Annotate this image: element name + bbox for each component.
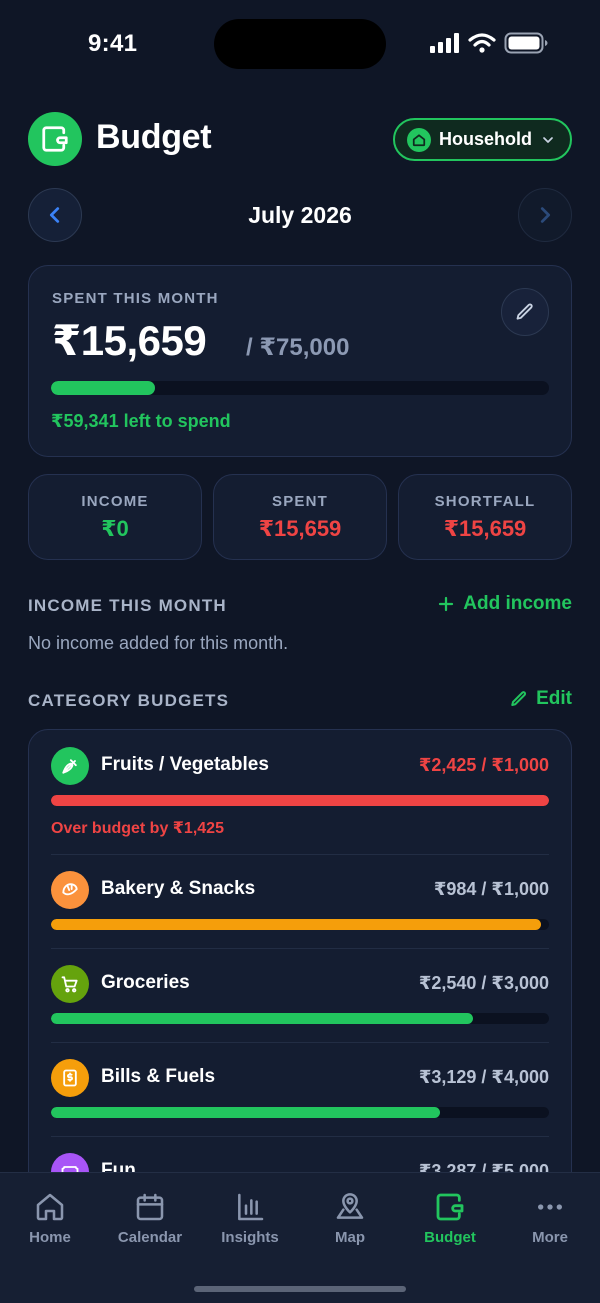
tab-more[interactable]: More [500,1191,600,1246]
category-name: Bakery & Snacks [101,878,256,899]
spent-stat: SPENT ₹15,659 [213,474,387,560]
cart-icon [61,976,78,993]
divider [51,854,549,855]
income-section-title: INCOME THIS MONTH [28,596,227,615]
category-name: Fruits / Vegetables [101,754,269,775]
edit-label: Edit [536,688,572,709]
category-amount: ₹2,540 / ₹3,000 [418,973,549,993]
stat-value: ₹15,659 [258,516,342,541]
dynamic-island [214,19,386,69]
tab-label: Home [29,1229,71,1246]
tab-calendar[interactable]: Calendar [100,1191,200,1246]
bar-chart-icon [238,1193,264,1221]
wallet-icon [436,1193,464,1221]
wifi-icon [468,33,496,53]
pencil-icon [511,691,527,706]
stat-value: ₹0 [101,516,129,541]
household-selector[interactable]: Household [393,118,572,161]
budget-progress-fill [51,381,156,395]
spent-caption: SPENT THIS MONTH [52,290,219,307]
category-progress-fill [51,919,542,930]
divider [51,1136,549,1137]
category-name: Groceries [101,972,190,993]
category-progress-fill [51,1013,473,1024]
category-progress-bar [51,795,549,806]
tab-home[interactable]: Home [0,1191,100,1246]
tab-label: Map [335,1229,365,1246]
battery-icon [504,32,548,54]
category-name: Bills & Fuels [101,1066,216,1087]
add-income-button[interactable]: Add income [437,593,572,615]
over-budget-warning: Over budget by ₹1,425 [51,820,224,837]
category-progress-bar [51,1107,549,1118]
spent-amount: ₹15,659 [52,317,207,364]
tab-insights[interactable]: Insights [200,1191,300,1246]
budget-total: / ₹75,000 [246,334,350,361]
tab-label: More [532,1229,568,1246]
left-to-spend: ₹59,341 left to spend [51,411,231,431]
edit-categories-button[interactable]: Edit [510,688,572,710]
month-label: July 2026 [248,202,352,228]
category-icon-bg [51,965,89,1003]
category-amount: ₹3,129 / ₹4,000 [418,1067,549,1087]
calendar-icon [136,1193,164,1221]
stat-label: SPENT [271,493,328,510]
category-icon-bg [51,1059,89,1097]
page-title: Budget [96,118,212,156]
chevron-right-icon [540,207,551,223]
income-stat: INCOME ₹0 [28,474,202,560]
category-progress-fill [51,1107,441,1118]
home-icon [36,1193,64,1221]
tab-label: Budget [424,1229,476,1246]
tab-budget[interactable]: Budget [400,1191,500,1246]
category-budgets-card: Fruits / Vegetables ₹2,425 / ₹1,000 Over… [28,729,572,1249]
map-pin-icon [336,1193,364,1219]
shortfall-stat: SHORTFALL ₹15,659 [398,474,572,560]
category-icon-bg [51,747,89,785]
tab-bar: Home Calendar Insights Map Budget More [0,1172,600,1303]
add-income-label: Add income [463,593,572,614]
category-amount: ₹984 / ₹1,000 [433,879,549,899]
budget-progress-bar [51,381,549,395]
status-icons [430,32,548,54]
chevron-down-icon [543,136,553,143]
divider [51,1042,549,1043]
tab-label: Calendar [117,1229,183,1246]
next-month-button[interactable] [518,188,572,242]
stat-value: ₹15,659 [443,516,527,541]
tab-label: Insights [221,1229,279,1246]
pencil-icon [516,303,533,320]
category-icon-bg [51,871,89,909]
status-time: 9:41 [88,30,138,57]
carrot-icon [62,759,77,774]
house-icon [407,127,431,152]
home-indicator [194,1286,406,1292]
stat-label: SHORTFALL [434,493,536,510]
category-section-title: CATEGORY BUDGETS [28,691,230,710]
category-progress-bar [51,919,549,930]
category-amount: ₹2,425 / ₹1,000 [418,755,549,775]
bill-icon [63,1069,77,1087]
more-icon [538,1204,562,1210]
edit-budget-button[interactable] [501,288,549,336]
wallet-icon [42,126,68,152]
category-progress-bar [51,1013,549,1024]
income-empty-text: No income added for this month. [28,633,289,653]
signal-icon [430,33,459,53]
croissant-icon [62,883,78,896]
divider [51,948,549,949]
budget-logo [28,112,82,166]
tab-map[interactable]: Map [300,1191,400,1246]
plus-icon [439,596,454,612]
stat-label: INCOME [81,493,149,510]
household-label: Household [439,129,532,149]
category-progress-fill [51,795,549,806]
